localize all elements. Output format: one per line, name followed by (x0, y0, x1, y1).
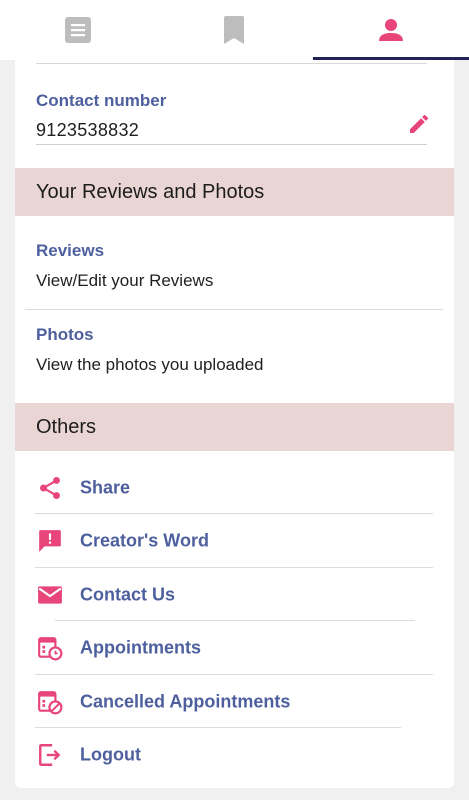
divider (25, 309, 443, 310)
pencil-edit-icon[interactable] (407, 112, 431, 136)
section-header-others: Others (15, 403, 454, 451)
tab-profile[interactable] (312, 0, 469, 60)
photos-item[interactable]: Photos View the photos you uploaded (15, 325, 454, 385)
document-icon (65, 17, 92, 43)
feedback-icon (39, 529, 61, 552)
menu-item-label: Logout (80, 744, 141, 764)
calendar-clock-icon (38, 636, 63, 660)
bookmark-icon (224, 16, 245, 44)
reviews-title: Reviews (36, 241, 105, 260)
menu-item-label: Appointments (80, 637, 201, 657)
divider (36, 63, 427, 64)
mail-icon (38, 585, 62, 604)
menu-item-label: Creator's Word (80, 530, 209, 550)
contact-number-value: 9123538832 (36, 120, 140, 140)
contact-number-label: Contact number (36, 91, 167, 110)
menu-item-label: Cancelled Appointments (80, 691, 291, 711)
contact-field-underline (36, 144, 427, 145)
menu-item-creators-word[interactable]: Creator's Word (15, 514, 454, 567)
menu-item-cancelled-appointments[interactable]: Cancelled Appointments (15, 675, 454, 728)
menu-item-logout[interactable]: Logout (15, 728, 454, 781)
reviews-item[interactable]: Reviews View/Edit your Reviews (15, 241, 454, 301)
profile-card: Contact number 9123538832 Your Reviews a… (15, 60, 454, 788)
photos-title: Photos (36, 325, 94, 344)
menu-item-label: Contact Us (80, 584, 176, 604)
menu-item-label: Share (80, 477, 131, 497)
photos-subtitle: View the photos you uploaded (36, 355, 264, 374)
share-icon (40, 476, 60, 499)
tab-bar (0, 0, 469, 60)
tab-saved[interactable] (156, 0, 312, 60)
section-header-reviews-photos: Your Reviews and Photos (15, 168, 454, 216)
menu-item-share[interactable]: Share (15, 461, 454, 514)
menu-item-appointments[interactable]: Appointments (15, 621, 454, 674)
person-icon (378, 19, 403, 41)
logout-icon (39, 743, 61, 766)
calendar-cancel-icon (38, 690, 63, 714)
tab-feed[interactable] (0, 0, 156, 60)
reviews-subtitle: View/Edit your Reviews (36, 271, 214, 290)
menu-item-contact-us[interactable]: Contact Us (15, 568, 454, 621)
